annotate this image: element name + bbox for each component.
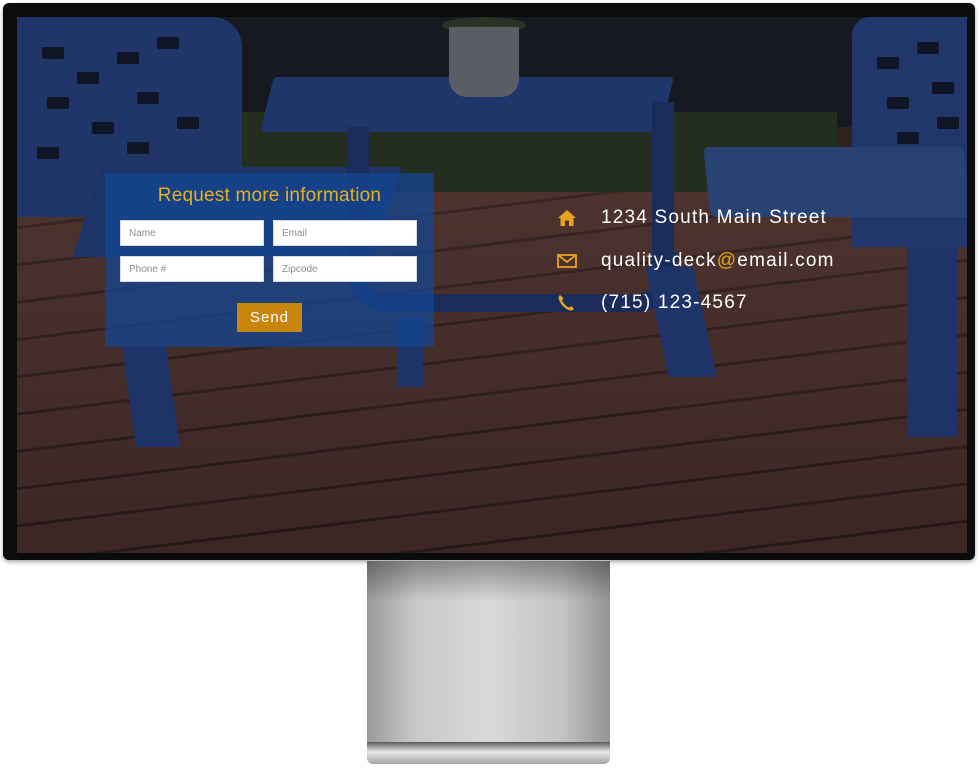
- contact-phone: (715) 123-4567: [557, 289, 748, 317]
- monitor-frame: Request more information Send 1234 South…: [3, 3, 975, 560]
- address-text: 1234 South Main Street: [601, 207, 828, 228]
- send-button[interactable]: Send: [237, 303, 302, 332]
- phone-text: (715) 123-4567: [601, 292, 748, 313]
- phone-input[interactable]: [120, 256, 264, 282]
- phone-icon: [557, 294, 601, 312]
- home-icon: [557, 209, 601, 227]
- request-info-form: Request more information Send: [105, 173, 434, 347]
- email-input[interactable]: [273, 220, 417, 246]
- monitor-stand-foot: [367, 742, 610, 764]
- zipcode-input[interactable]: [273, 256, 417, 282]
- form-title: Request more information: [157, 185, 382, 206]
- envelope-icon: [557, 254, 601, 268]
- contact-address: 1234 South Main Street: [557, 204, 827, 232]
- email-link[interactable]: quality-deck@email.com: [601, 250, 835, 272]
- name-input[interactable]: [120, 220, 264, 246]
- contact-email: quality-deck@email.com: [557, 247, 835, 275]
- screen: Request more information Send 1234 South…: [17, 17, 967, 553]
